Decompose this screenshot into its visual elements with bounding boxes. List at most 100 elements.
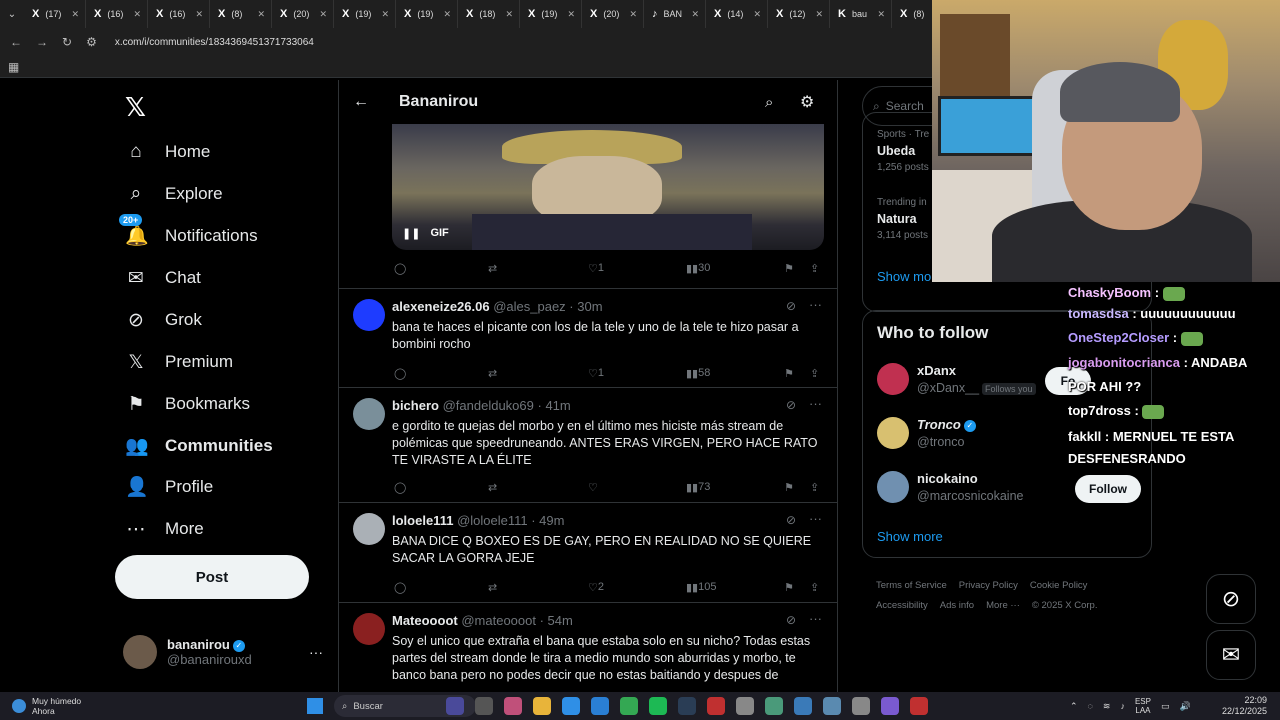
footer-link[interactable]: Privacy Policy xyxy=(959,580,1018,591)
file-explorer-icon[interactable] xyxy=(533,697,551,715)
follow-suggestion[interactable]: nicokaino @marcosnicokaine Follow xyxy=(877,469,1147,509)
tweet-time[interactable]: · 41m xyxy=(538,398,571,413)
more-options-icon[interactable]: ··· xyxy=(809,297,822,312)
tweet-author-name[interactable]: Mateoooot xyxy=(392,613,458,628)
reload-icon[interactable]: ↻ xyxy=(62,35,72,49)
nav-item-bookmarks[interactable]: ⚑ Bookmarks xyxy=(125,389,250,419)
bookmark-icon[interactable]: ⚑ xyxy=(784,367,794,380)
tweet-time[interactable]: · 54m xyxy=(540,613,573,628)
tweet[interactable]: bichero @fandelduko69 · 41m ⊘ ··· e gordito… xyxy=(339,387,837,502)
windows-start-icon[interactable] xyxy=(307,698,323,714)
spotify-icon[interactable] xyxy=(649,697,667,715)
browser-tab[interactable]: X (16) ✕ xyxy=(148,0,210,28)
wifi-icon[interactable]: ≋ xyxy=(1103,701,1111,712)
views-button[interactable]: ▮▮ 105 xyxy=(686,581,716,594)
nav-item-more[interactable]: ⋯ More xyxy=(125,514,204,544)
like-button[interactable]: ♡ 2 xyxy=(588,581,604,594)
footer-link[interactable]: Accessibility xyxy=(876,600,928,611)
views-button[interactable]: ▮▮ 58 xyxy=(686,367,710,380)
reply-icon[interactable]: ◯ xyxy=(394,581,406,594)
tweet-author-name[interactable]: bichero xyxy=(392,398,439,413)
url-field[interactable]: x.com/i/communities/1834369451371733064 xyxy=(114,36,314,48)
pause-icon[interactable]: ❚❚ xyxy=(402,227,420,240)
tab-close-icon[interactable]: ✕ xyxy=(71,9,79,20)
tab-close-icon[interactable]: ✕ xyxy=(319,9,327,20)
follow-button[interactable]: Follow xyxy=(1075,475,1141,503)
weather-widget[interactable]: Muy húmedo Ahora xyxy=(12,696,81,716)
post-button[interactable]: Post xyxy=(115,555,309,599)
trend-item[interactable]: Sports · Tre Ubeda 1,256 posts xyxy=(877,129,929,173)
chevron-up-icon[interactable]: ⌃ xyxy=(1070,701,1078,712)
reply-icon[interactable]: ◯ xyxy=(394,481,406,494)
gif-media[interactable]: ❚❚ GIF xyxy=(392,124,824,250)
browser-tab[interactable]: X (12) ✕ xyxy=(768,0,830,28)
footer-link[interactable]: Terms of Service xyxy=(876,580,947,591)
apps-grid-icon[interactable]: ▦ xyxy=(8,60,19,74)
nav-item-premium[interactable]: 𝕏 Premium xyxy=(125,347,233,377)
account-switcher[interactable]: bananirou ✓ @bananirouxd ··· xyxy=(123,632,323,672)
system-clock[interactable]: 22:09 22/12/2025 xyxy=(1222,695,1267,717)
tab-close-icon[interactable]: ✕ xyxy=(505,9,513,20)
site-info-icon[interactable]: ⚙ xyxy=(86,35,97,49)
tab-close-icon[interactable]: ✕ xyxy=(815,9,823,20)
grok-icon[interactable]: ⊘ xyxy=(786,613,796,627)
x-logo-icon[interactable]: 𝕏 xyxy=(125,92,146,123)
avatar[interactable] xyxy=(353,299,385,331)
avatar[interactable] xyxy=(353,513,385,545)
browser-tab[interactable]: X (19) ✕ xyxy=(334,0,396,28)
like-button[interactable]: ♡ 1 xyxy=(588,262,604,275)
photos-icon[interactable] xyxy=(794,697,812,715)
browser-tab[interactable]: X (18) ✕ xyxy=(458,0,520,28)
avatar[interactable] xyxy=(353,398,385,430)
share-icon[interactable]: ⇪ xyxy=(810,481,819,494)
footer-link[interactable]: Cookie Policy xyxy=(1030,580,1088,591)
tweet-author-name[interactable]: loloele111 xyxy=(392,513,453,528)
bookmark-icon[interactable]: ⚑ xyxy=(784,481,794,494)
settings-gear-icon[interactable]: ⚙ xyxy=(800,92,814,112)
display-icon[interactable]: ▭ xyxy=(1161,701,1170,712)
grok-icon[interactable]: ⊘ xyxy=(786,398,796,412)
tweet[interactable]: alexeneize26.06 @ales_paez · 30m ⊘ ··· bana… xyxy=(339,288,837,387)
nav-item-profile[interactable]: 👤 Profile xyxy=(125,472,213,502)
app-icon[interactable] xyxy=(910,697,928,715)
browser-tab[interactable]: Kbau ✕ xyxy=(830,0,892,28)
tweet[interactable]: loloele111 @loloele111 · 49m ⊘ ··· BANA DIC… xyxy=(339,502,837,602)
grok-icon[interactable]: ⊘ xyxy=(786,299,796,313)
retweet-icon[interactable]: ⇄ xyxy=(488,262,497,275)
grok-icon[interactable]: ⊘ xyxy=(786,513,796,527)
discord-icon[interactable] xyxy=(881,697,899,715)
tab-close-icon[interactable]: ✕ xyxy=(443,9,451,20)
retweet-icon[interactable]: ⇄ xyxy=(488,367,497,380)
browser-tab[interactable]: X (19) ✕ xyxy=(520,0,582,28)
tweet-author-handle[interactable]: @mateoooot xyxy=(461,613,536,628)
app-icon[interactable] xyxy=(823,697,841,715)
more-options-icon[interactable]: ··· xyxy=(809,511,822,526)
like-button[interactable]: ♡ xyxy=(588,481,598,494)
more-options-icon[interactable]: ··· xyxy=(809,396,822,411)
nav-item-explore[interactable]: ⌕ Explore xyxy=(125,179,223,209)
tweet-author-handle[interactable]: @ales_paez xyxy=(493,299,565,314)
app-icon[interactable] xyxy=(707,697,725,715)
browser-tab[interactable]: X (19) ✕ xyxy=(396,0,458,28)
copilot-icon[interactable] xyxy=(504,697,522,715)
reply-icon[interactable]: ◯ xyxy=(394,367,406,380)
back-icon[interactable]: ← xyxy=(353,93,369,111)
app-icon[interactable] xyxy=(736,697,754,715)
network-icon[interactable]: ◌ xyxy=(1088,701,1093,711)
footer-link[interactable]: More ··· xyxy=(986,600,1020,611)
tweet-time[interactable]: · 30m xyxy=(569,299,602,314)
nav-item-grok[interactable]: ⊘ Grok xyxy=(125,305,202,335)
tweet-time[interactable]: · 49m xyxy=(531,513,564,528)
retweet-icon[interactable]: ⇄ xyxy=(488,581,497,594)
nav-item-communities[interactable]: 👥 Communities xyxy=(125,431,273,461)
tweet-author-handle[interactable]: @loloele111 xyxy=(457,513,528,528)
tweet-author-name[interactable]: alexeneize26.06 xyxy=(392,299,490,314)
steam-icon[interactable] xyxy=(678,697,696,715)
browser-tab[interactable]: ♪ BAN ✕ xyxy=(644,0,706,28)
forward-arrow-icon[interactable]: → xyxy=(36,35,48,49)
tab-close-icon[interactable]: ✕ xyxy=(877,9,885,20)
app-icon[interactable] xyxy=(765,697,783,715)
browser-tab[interactable]: X (20) ✕ xyxy=(272,0,334,28)
tab-close-icon[interactable]: ✕ xyxy=(257,9,265,20)
chrome-icon[interactable] xyxy=(620,697,638,715)
